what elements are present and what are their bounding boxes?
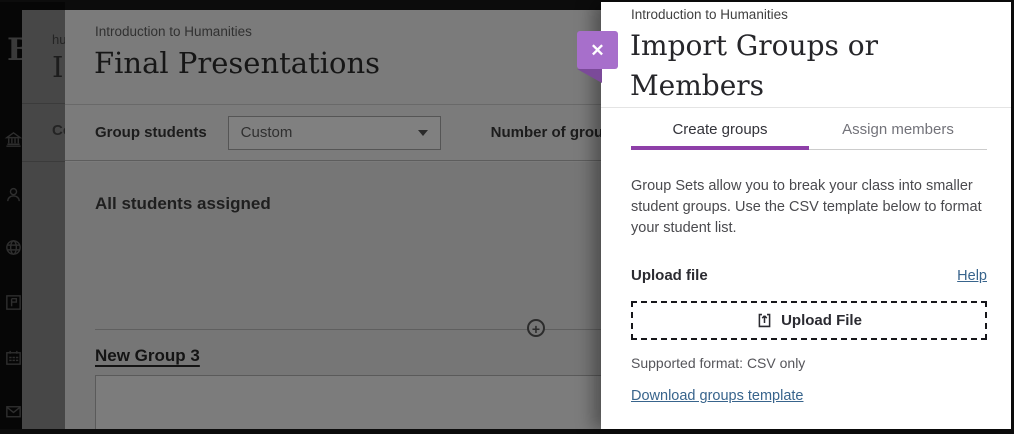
panel-breadcrumb: Introduction to Humanities xyxy=(631,7,788,22)
page-title: Final Presentations xyxy=(94,46,380,80)
tab-assign-members[interactable]: Assign members xyxy=(809,108,987,149)
stacked-page-title: I xyxy=(52,50,63,84)
chevron-down-icon xyxy=(418,130,428,136)
upload-file-label: Upload file xyxy=(631,267,708,284)
panel-tabs: Create groups Assign members xyxy=(631,108,987,150)
panel-title: Import Groups or Members xyxy=(630,26,960,106)
all-students-assigned-text: All students assigned xyxy=(95,194,271,214)
help-link[interactable]: Help xyxy=(957,268,987,284)
upload-button-label: Upload File xyxy=(781,312,862,329)
breadcrumb[interactable]: Introduction to Humanities xyxy=(95,24,252,39)
upload-file-row: Upload file Help xyxy=(631,267,987,284)
import-groups-panel: Introduction to Humanities Import Groups… xyxy=(601,2,1011,429)
globe-icon[interactable] xyxy=(4,238,23,257)
institution-icon[interactable] xyxy=(4,130,23,149)
close-icon: ✕ xyxy=(590,42,604,59)
screenshot-frame: B hu I Co Introduction to Humanities Fin… xyxy=(0,0,1014,434)
upload-file-button[interactable]: Upload File xyxy=(631,301,987,340)
activity-stream-icon[interactable] xyxy=(4,293,23,312)
profile-icon[interactable] xyxy=(4,185,23,204)
group-students-label: Group students xyxy=(95,124,207,141)
calendar-icon[interactable] xyxy=(4,348,23,367)
upload-icon xyxy=(756,312,773,329)
messages-icon[interactable] xyxy=(4,402,23,421)
group-card[interactable] xyxy=(95,375,615,429)
download-template-link[interactable]: Download groups template xyxy=(631,388,804,404)
panel-description: Group Sets allow you to break your class… xyxy=(631,176,985,239)
close-panel-button[interactable]: ✕ xyxy=(577,31,618,69)
dropdown-value: Custom xyxy=(241,124,293,141)
tab-create-groups[interactable]: Create groups xyxy=(631,108,809,149)
supported-format-text: Supported format: CSV only xyxy=(631,355,805,371)
group-students-dropdown[interactable]: Custom xyxy=(228,116,441,150)
group-name-link[interactable]: New Group 3 xyxy=(95,346,200,366)
add-group-button[interactable]: + xyxy=(527,319,545,337)
